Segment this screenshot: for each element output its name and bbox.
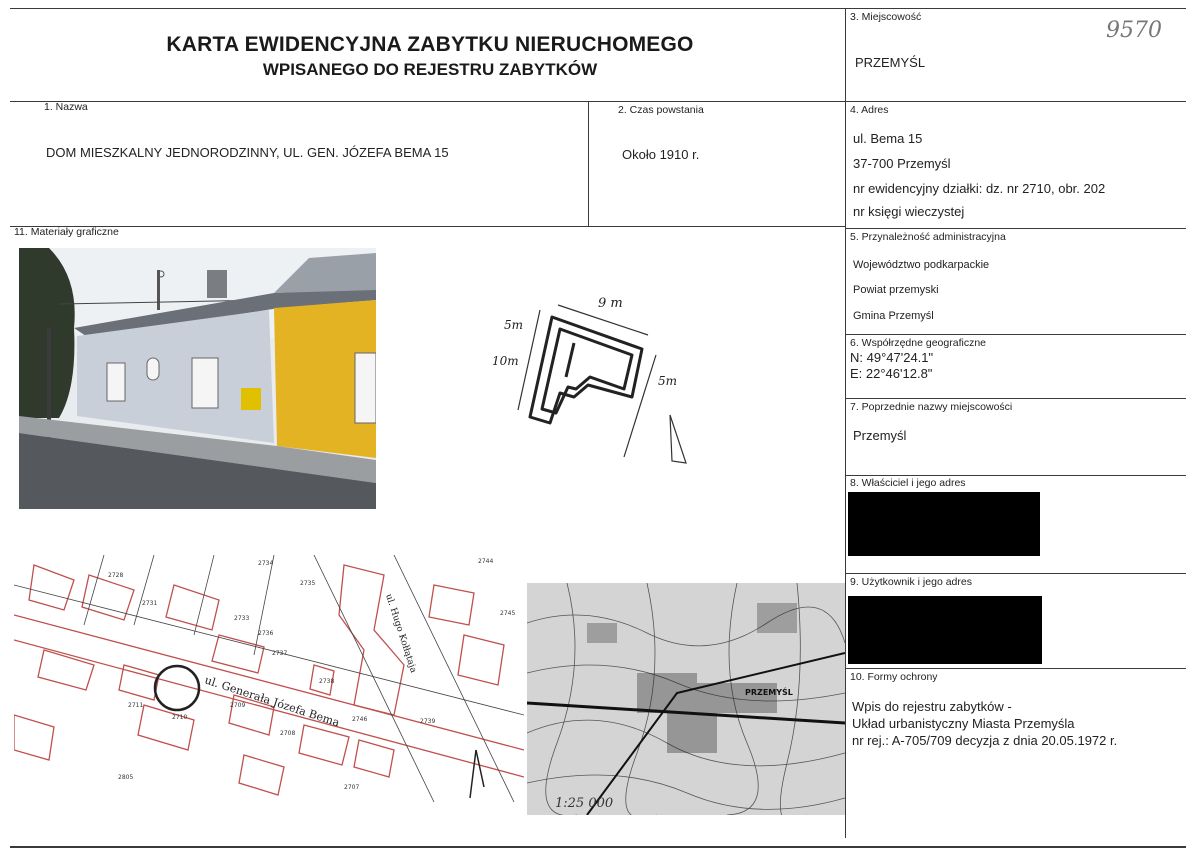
parcel-number: 2735 [300,580,315,587]
plan-sketch: 9 m 5m 10m 5m [492,296,687,464]
graphics-label: 11. Materiały graficzne [14,226,119,238]
parcel-number: 2739 [420,718,435,725]
admin-label: 5. Przynależność administracyjna [850,231,1006,243]
cadastral-map: ul. Generała Józefa Bema ul. Hugo Kołłąt… [14,555,524,802]
previous-names-label: 7. Poprzednie nazwy miejscowości [850,401,1013,413]
user-label: 9. Użytkownik i jego adres [850,576,972,588]
parcel-number: 2805 [118,774,133,781]
dim-right: 5m [658,374,677,388]
address-line: nr ewidencyjny działki: dz. nr 2710, obr… [853,181,1106,196]
address-label: 4. Adres [850,104,889,116]
protection-label: 10. Formy ochrony [850,671,938,683]
parcel-number: 2731 [142,600,157,607]
date-label: 2. Czas powstania [618,104,704,116]
map-scale: 1:25 000 [555,796,613,811]
parcel-number: 2707 [344,784,359,791]
admin-line: Województwo podkarpackie [853,259,990,271]
dim-left: 10m [492,354,519,368]
parcel-number: 2738 [319,678,334,685]
parcel-number: 2744 [478,558,493,565]
dim-left-top: 5m [504,318,523,332]
card-title: KARTA EWIDENCYJNA ZABYTKU NIERUCHOMEGO [166,33,694,56]
parcel-number: 2709 [230,702,245,709]
divider-8-9 [845,573,1186,574]
parcel-number: 2728 [108,572,123,579]
owner-redaction [848,492,1040,556]
divider-6-7 [845,398,1186,399]
parcel-number: 2737 [272,650,287,657]
parcel-number: 2734 [258,560,273,567]
parcel-number: 2711 [128,702,143,709]
handwritten-number: 9570 [1106,18,1162,43]
bottom-border [10,846,1186,848]
owner-label: 8. Właściciel i jego adres [850,477,966,489]
parcel-number: 2736 [258,630,273,637]
admin-line: Powiat przemyski [853,284,939,296]
divider-4-5 [845,228,1186,229]
map-city-label: PRZEMYŚL [745,686,793,697]
locality-value: PRZEMYŚL [855,55,926,70]
topographic-map: PRZEMYŚL 1:25 000 [527,583,845,815]
header-divider [10,101,846,102]
card-subtitle: WPISANEGO DO REJESTRU ZABYTKÓW [262,60,598,79]
parcel-number: 2746 [352,716,367,723]
address-line: 37-700 Przemyśl [853,156,951,171]
address-line: nr księgi wieczystej [853,204,965,219]
divider-5-6 [845,334,1186,335]
divider-7-8 [845,475,1186,476]
divider-3-4 [845,101,1186,102]
protection-line: Wpis do rejestru zabytków - [852,699,1012,714]
date-value: Około 1910 r. [622,147,700,162]
dim-top: 9 m [598,296,623,311]
locality-label: 3. Miejscowość [850,11,922,23]
admin-line: Gmina Przemyśl [853,310,934,322]
coords-line: N: 49°47'24.1" [850,350,934,365]
parcel-number: 2733 [234,615,249,622]
right-column-divider [845,8,846,838]
name-value: DOM MIESZKALNY JEDNORODZINNY, UL. GEN. J… [46,145,449,160]
user-redaction [848,596,1042,664]
top-border [10,8,1186,9]
name-label: 1. Nazwa [44,101,88,113]
parcel-number: 2745 [500,610,515,617]
name-date-divider [588,101,589,226]
row-divider [10,226,846,227]
parcel-number: 2708 [280,730,295,737]
protection-line: nr rej.: A-705/709 decyzja z dnia 20.05.… [852,733,1118,748]
protection-line: Układ urbanistyczny Miasta Przemyśla [852,716,1075,731]
coords-line: E: 22°46'12.8" [850,366,933,381]
coords-label: 6. Współrzędne geograficzne [850,337,986,349]
house-photo [19,248,376,509]
previous-names-value: Przemyśl [853,428,907,443]
parcel-number: 2710 [172,714,187,721]
divider-9-10 [845,668,1186,669]
address-line: ul. Bema 15 [853,131,923,146]
